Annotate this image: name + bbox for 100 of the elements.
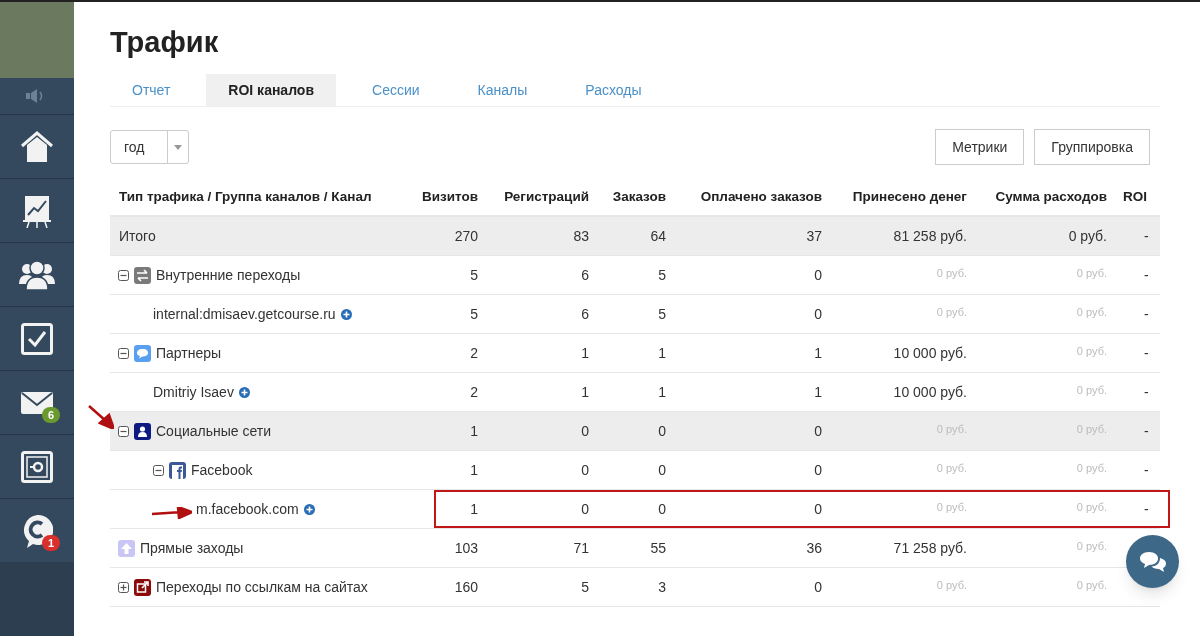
swap-arrows-icon (134, 266, 151, 284)
table-cell-text: 5 (470, 304, 478, 324)
sidebar-item[interactable]: 1 (0, 498, 74, 562)
table-cell-text: 1 (814, 343, 822, 363)
table-cell-text: 55 (650, 538, 666, 558)
notification-badge: 1 (42, 535, 61, 551)
sidebar-item[interactable] (0, 114, 74, 178)
toolbar-button[interactable]: Группировка (1034, 129, 1150, 165)
table-cell-text: - (1144, 304, 1149, 324)
row-label[interactable]: m.facebook.com (196, 498, 299, 520)
table-cell-text: 64 (650, 226, 666, 246)
tab[interactable]: Каналы (455, 74, 550, 106)
tab[interactable]: ROI каналов (206, 74, 337, 106)
table-cell-text: 5 (581, 577, 589, 597)
table-cell-text: 10 000 руб. (893, 343, 967, 363)
table-cell-text: 6 (581, 304, 589, 324)
chart-board-icon[interactable] (23, 193, 51, 228)
row-label: Партнеры (156, 343, 222, 363)
safe-icon[interactable] (21, 450, 53, 483)
collapse-icon[interactable] (118, 269, 129, 281)
table-cell-text: 83 (573, 226, 589, 246)
row-label: Прямые заходы (140, 538, 244, 558)
table-cell-text: 3 (658, 577, 666, 597)
column-header: Заказов (612, 187, 666, 206)
expand-icon[interactable] (118, 581, 129, 593)
table-cell-text: 1 (470, 421, 478, 441)
table-cell-text: 0 руб. (1076, 304, 1107, 320)
row-label: Внутренние переходы (156, 265, 301, 285)
table-cell-text: 1 (581, 382, 589, 402)
table-cell-text: - (1144, 265, 1149, 285)
add-icon[interactable] (303, 503, 315, 515)
table-cell-text: 0 (814, 499, 822, 519)
table-cell-text: 71 (573, 538, 589, 558)
add-icon[interactable] (238, 386, 250, 398)
table-cell-text: 0 (814, 421, 822, 441)
page-title: Трафик (110, 25, 220, 60)
tab[interactable]: Расходы (563, 74, 664, 106)
table-cell-text: - (1144, 499, 1149, 519)
table-cell-text: 0 (814, 460, 822, 480)
person-icon (134, 422, 151, 440)
table-cell-text: 0 руб. (1068, 226, 1107, 246)
table-cell-text: 0 (658, 460, 666, 480)
table-cell-text: 0 (814, 577, 822, 597)
caret-icon (174, 144, 182, 150)
chat-bubbles-icon (1138, 550, 1167, 573)
external-link-icon (134, 578, 151, 596)
table-cell-text: 0 руб. (1076, 577, 1107, 593)
table-cell-text: 0 руб. (1076, 382, 1107, 398)
home-icon[interactable] (20, 130, 54, 163)
sidebar-item[interactable] (0, 178, 74, 242)
row-label: Переходы по ссылкам на сайтах (156, 577, 368, 597)
table-cell-text: 0 (581, 499, 589, 519)
table-cell-text: 6 (581, 265, 589, 285)
table-cell-text: 81 258 руб. (893, 226, 967, 246)
tab[interactable]: Сессии (350, 74, 442, 106)
table-cell-text: 0 руб. (936, 577, 967, 593)
table-cell-text: 5 (658, 304, 666, 324)
chat-logo-icon[interactable] (21, 513, 53, 548)
table-cell-text: 71 258 руб. (893, 538, 967, 558)
row-label[interactable]: internal:dmisaev.getcourse.ru (153, 303, 336, 325)
select-value: год (123, 137, 146, 157)
checkbox-icon[interactable] (21, 322, 53, 355)
facebook-icon (169, 461, 186, 479)
users-icon[interactable] (18, 259, 56, 290)
table-cell-text: 0 руб. (1076, 343, 1107, 359)
tab[interactable]: Отчет (110, 74, 193, 106)
row-label[interactable]: Dmitriy Isaev (153, 381, 234, 403)
table-cell-text: 270 (454, 226, 478, 246)
table-cell-text: - (1144, 421, 1149, 441)
sidebar-item[interactable] (0, 242, 74, 306)
table-cell-text: 36 (806, 538, 822, 558)
table-cell-text: 0 руб. (936, 499, 967, 515)
toolbar-button[interactable]: Метрики (935, 129, 1025, 165)
up-arrow-icon (118, 539, 135, 557)
table-cell-text: 1 (658, 382, 666, 402)
notification-badge: 6 (42, 407, 61, 423)
speech-bubble-icon (134, 344, 151, 362)
row-label: Facebook (191, 460, 253, 480)
table-cell-text: 1 (470, 460, 478, 480)
collapse-icon[interactable] (118, 425, 129, 437)
collapse-icon[interactable] (118, 347, 129, 359)
collapse-icon[interactable] (153, 464, 164, 476)
table-cell-text: 37 (806, 226, 822, 246)
table-cell-text: - (1144, 460, 1149, 480)
period-select[interactable]: год (110, 130, 189, 164)
sidebar-item[interactable] (0, 434, 74, 498)
table-cell-text: 5 (470, 265, 478, 285)
add-icon[interactable] (340, 308, 352, 320)
table-cell-text: 0 руб. (1076, 499, 1107, 515)
column-header: Принесено денег (852, 187, 967, 206)
sidebar-item[interactable] (0, 306, 74, 370)
table-cell-text: 0 (658, 421, 666, 441)
table-cell-text: - (1144, 343, 1149, 363)
table-cell-text: 1 (658, 343, 666, 363)
column-header: Регистраций (504, 187, 589, 206)
table-cell-text: 103 (454, 538, 478, 558)
table-cell-text: 0 руб. (1076, 538, 1107, 554)
table-cell-text: 1 (581, 343, 589, 363)
table-cell-text: 0 руб. (936, 265, 967, 281)
table-cell-text: - (1144, 382, 1149, 402)
